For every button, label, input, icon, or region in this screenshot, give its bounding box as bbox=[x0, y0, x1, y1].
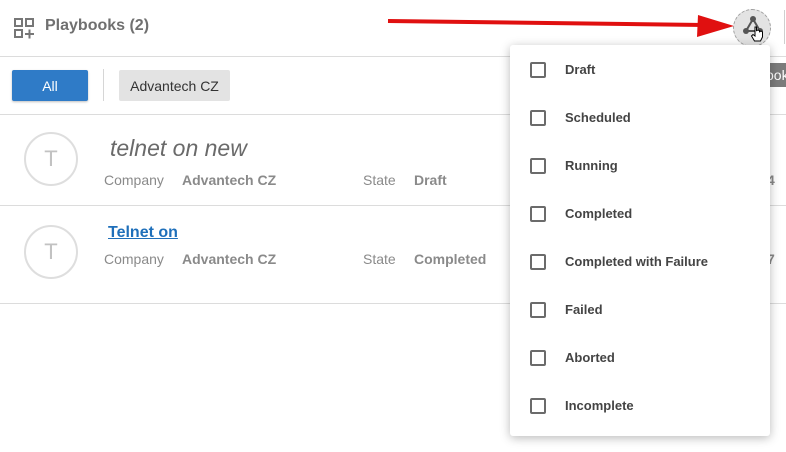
apps-add-icon bbox=[14, 18, 34, 39]
filter-option-failed[interactable]: Failed bbox=[510, 285, 770, 333]
filter-option-label: Running bbox=[565, 158, 618, 173]
filter-triangle-icon bbox=[743, 16, 763, 42]
avatar: T bbox=[24, 132, 78, 186]
filter-option-label: Completed with Failure bbox=[565, 254, 709, 269]
filter-option-completed[interactable]: Completed bbox=[510, 189, 770, 237]
filter-option-completed-with-failure[interactable]: Completed with Failure bbox=[510, 237, 770, 285]
state-label: State bbox=[363, 172, 396, 188]
state-label: State bbox=[363, 251, 396, 267]
red-arrow-annotation bbox=[387, 15, 734, 37]
filter-option-label: Incomplete bbox=[565, 398, 634, 413]
state-filter-menu: Draft Scheduled Running Completed Comple… bbox=[510, 45, 770, 436]
filter-option-running[interactable]: Running bbox=[510, 141, 770, 189]
filter-option-scheduled[interactable]: Scheduled bbox=[510, 93, 770, 141]
checkbox[interactable] bbox=[530, 206, 546, 222]
filter-option-draft[interactable]: Draft bbox=[510, 45, 770, 93]
checkbox[interactable] bbox=[530, 110, 546, 126]
checkbox[interactable] bbox=[530, 398, 546, 414]
filter-option-label: Aborted bbox=[565, 350, 615, 365]
checkbox[interactable] bbox=[530, 350, 546, 366]
checkbox[interactable] bbox=[530, 254, 546, 270]
company-label: Company bbox=[104, 251, 164, 267]
company-value: Advantech CZ bbox=[182, 251, 277, 267]
filter-option-label: Completed bbox=[565, 206, 633, 221]
filter-option-label: Draft bbox=[565, 62, 596, 77]
checkbox[interactable] bbox=[530, 62, 546, 78]
company-label: Company bbox=[104, 172, 164, 188]
checkbox[interactable] bbox=[530, 158, 546, 174]
header-divider bbox=[784, 10, 785, 44]
page-title: Playbooks (2) bbox=[45, 17, 150, 34]
avatar: T bbox=[24, 225, 78, 279]
filter-option-incomplete[interactable]: Incomplete bbox=[510, 381, 770, 429]
filter-option-label: Scheduled bbox=[565, 110, 631, 125]
filter-option-aborted[interactable]: Aborted bbox=[510, 333, 770, 381]
playbook-name[interactable]: telnet on new bbox=[110, 135, 247, 162]
checkbox[interactable] bbox=[530, 302, 546, 318]
filter-option-label: Failed bbox=[565, 302, 603, 317]
company-filter-chip[interactable]: Advantech CZ bbox=[119, 70, 230, 101]
toolbar-divider bbox=[103, 69, 104, 101]
company-value: Advantech CZ bbox=[182, 172, 277, 188]
state-value: Draft bbox=[414, 172, 447, 188]
all-filter-button[interactable]: All bbox=[12, 70, 88, 101]
playbook-name-link[interactable]: Telnet on bbox=[108, 224, 178, 242]
state-value: Completed bbox=[414, 251, 487, 267]
state-filter-button[interactable] bbox=[733, 9, 771, 47]
